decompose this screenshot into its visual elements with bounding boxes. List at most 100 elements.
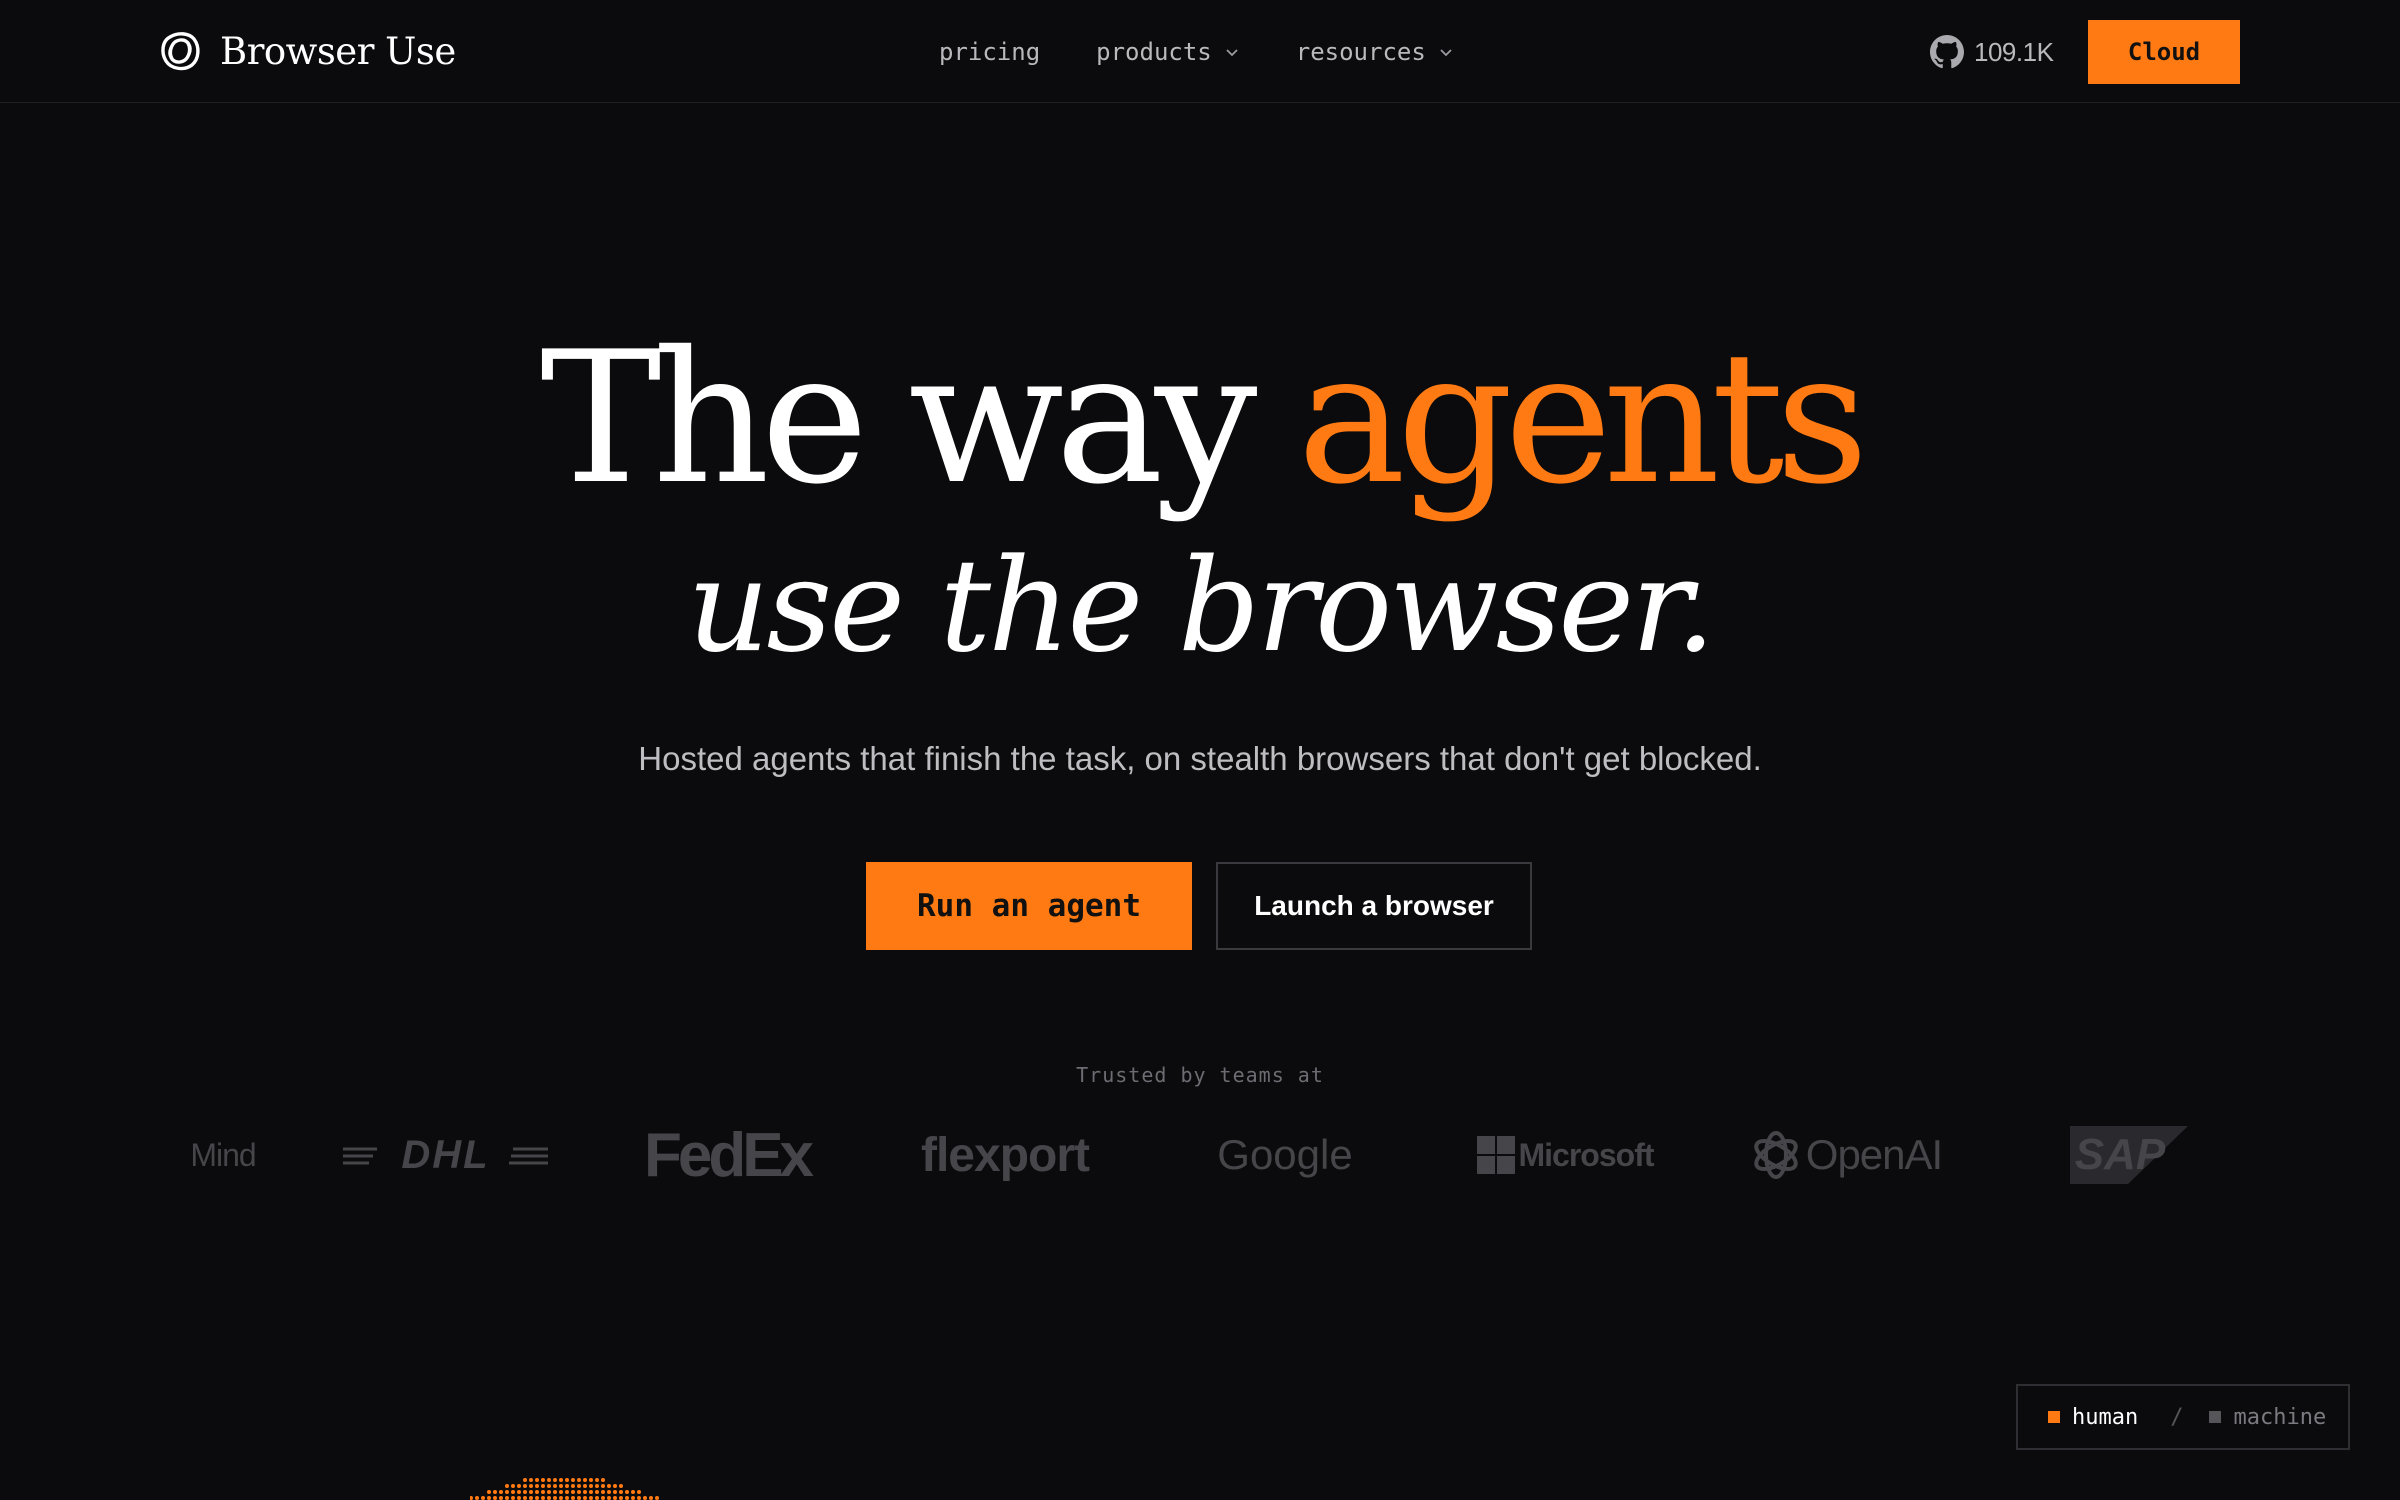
- nav-products-label: products: [1096, 38, 1212, 66]
- dot: [499, 1490, 503, 1494]
- dot: [553, 1478, 557, 1482]
- dot: [583, 1478, 587, 1482]
- hero-headline: The way agents: [0, 318, 2400, 518]
- launch-browser-button[interactable]: Launch a browser: [1216, 862, 1532, 950]
- dot: [499, 1496, 503, 1500]
- dot: [601, 1490, 605, 1494]
- dot: [607, 1490, 611, 1494]
- brand-name: Browser Use: [220, 29, 456, 73]
- dot: [589, 1478, 593, 1482]
- dot: [619, 1496, 623, 1500]
- dot: [511, 1484, 515, 1488]
- dot: [493, 1496, 497, 1500]
- dot: [613, 1490, 617, 1494]
- dot: [559, 1490, 563, 1494]
- cloud-button[interactable]: Cloud: [2088, 20, 2240, 84]
- dot: [649, 1496, 653, 1500]
- dot: [493, 1490, 497, 1494]
- deepmind-logo: Mind: [190, 1136, 256, 1173]
- dot: [535, 1478, 539, 1482]
- chevron-down-icon: [1226, 49, 1238, 57]
- google-logo: Google: [1217, 1131, 1353, 1178]
- dot: [619, 1484, 623, 1488]
- mode-machine-label: machine: [2233, 1404, 2327, 1430]
- dot: [559, 1478, 563, 1482]
- dot: [529, 1496, 533, 1500]
- browser-use-logo-icon: [161, 32, 200, 71]
- dot: [625, 1490, 629, 1494]
- dot: [547, 1496, 551, 1500]
- mode-human-label: human: [2072, 1404, 2139, 1430]
- dot: [517, 1496, 521, 1500]
- run-agent-button[interactable]: Run an agent: [866, 862, 1192, 950]
- hero-subtitle: Hosted agents that finish the task, on s…: [638, 740, 1762, 777]
- human-indicator-icon: [2048, 1411, 2060, 1423]
- dot: [481, 1496, 485, 1500]
- nav-pricing-label: pricing: [939, 38, 1041, 66]
- github-icon: [1930, 35, 1964, 69]
- nav-products[interactable]: products: [1096, 32, 1240, 72]
- dot: [470, 1496, 473, 1500]
- dot: [505, 1496, 509, 1500]
- dhl-logo: DHL: [343, 1110, 548, 1200]
- dot: [511, 1490, 515, 1494]
- dot: [529, 1484, 533, 1488]
- dot: [571, 1478, 575, 1482]
- logo-strip: Mind DHL FedEx flexport Google Microsoft: [0, 1110, 2400, 1200]
- dot: [535, 1484, 539, 1488]
- dot: [637, 1496, 641, 1500]
- dot: [535, 1490, 539, 1494]
- dot: [571, 1490, 575, 1494]
- dot: [487, 1496, 491, 1500]
- mode-toggle: human / machine: [2016, 1384, 2350, 1450]
- mode-human-option[interactable]: human: [2048, 1405, 2138, 1430]
- dot: [601, 1484, 605, 1488]
- site-header: Browser Use pricing products resources 1…: [0, 0, 2400, 103]
- dot: [577, 1478, 581, 1482]
- dot: [625, 1496, 629, 1500]
- dot: [565, 1490, 569, 1494]
- dot: [655, 1496, 659, 1500]
- dot: [607, 1484, 611, 1488]
- dot: [589, 1490, 593, 1494]
- dot: [523, 1490, 527, 1494]
- brand-link[interactable]: Browser Use: [158, 26, 456, 76]
- dot: [523, 1484, 527, 1488]
- dot: [523, 1496, 527, 1500]
- github-stars-link[interactable]: 109.1K: [1930, 32, 2054, 72]
- microsoft-logo: Microsoft: [1474, 1110, 1656, 1200]
- nav-resources-label: resources: [1295, 38, 1426, 66]
- microsoft-squares-icon: [1476, 1136, 1515, 1174]
- dot: [559, 1484, 563, 1488]
- hero-headline-accent: agents: [1297, 312, 1868, 524]
- main-nav: pricing products resources: [939, 32, 1510, 72]
- dot: [529, 1478, 533, 1482]
- fedex-logo: FedEx: [643, 1120, 814, 1190]
- openai-knot-icon: [1754, 1131, 1798, 1179]
- dot: [553, 1484, 557, 1488]
- dot: [631, 1490, 635, 1494]
- dot: [571, 1496, 575, 1500]
- dot: [553, 1490, 557, 1494]
- nav-resources[interactable]: resources: [1296, 32, 1454, 72]
- dot: [643, 1496, 647, 1500]
- dot: [577, 1490, 581, 1494]
- dot: [547, 1490, 551, 1494]
- nav-pricing[interactable]: pricing: [939, 32, 1040, 72]
- dot: [517, 1490, 521, 1494]
- dot: [505, 1490, 509, 1494]
- hero-headline-prefix: The way: [540, 312, 1298, 524]
- flexport-logo: flexport: [920, 1128, 1090, 1182]
- dot: [565, 1484, 569, 1488]
- trusted-label: Trusted by teams at: [1076, 1063, 1324, 1087]
- dot-graphic: [470, 1478, 659, 1500]
- dot: [553, 1496, 557, 1500]
- github-star-count: 109.1K: [1974, 36, 2054, 67]
- dot: [571, 1484, 575, 1488]
- dot: [541, 1490, 545, 1494]
- dot: [601, 1478, 605, 1482]
- dot: [523, 1478, 527, 1482]
- dot: [517, 1484, 521, 1488]
- mode-machine-option[interactable]: machine: [2209, 1405, 2326, 1430]
- dot: [475, 1496, 479, 1500]
